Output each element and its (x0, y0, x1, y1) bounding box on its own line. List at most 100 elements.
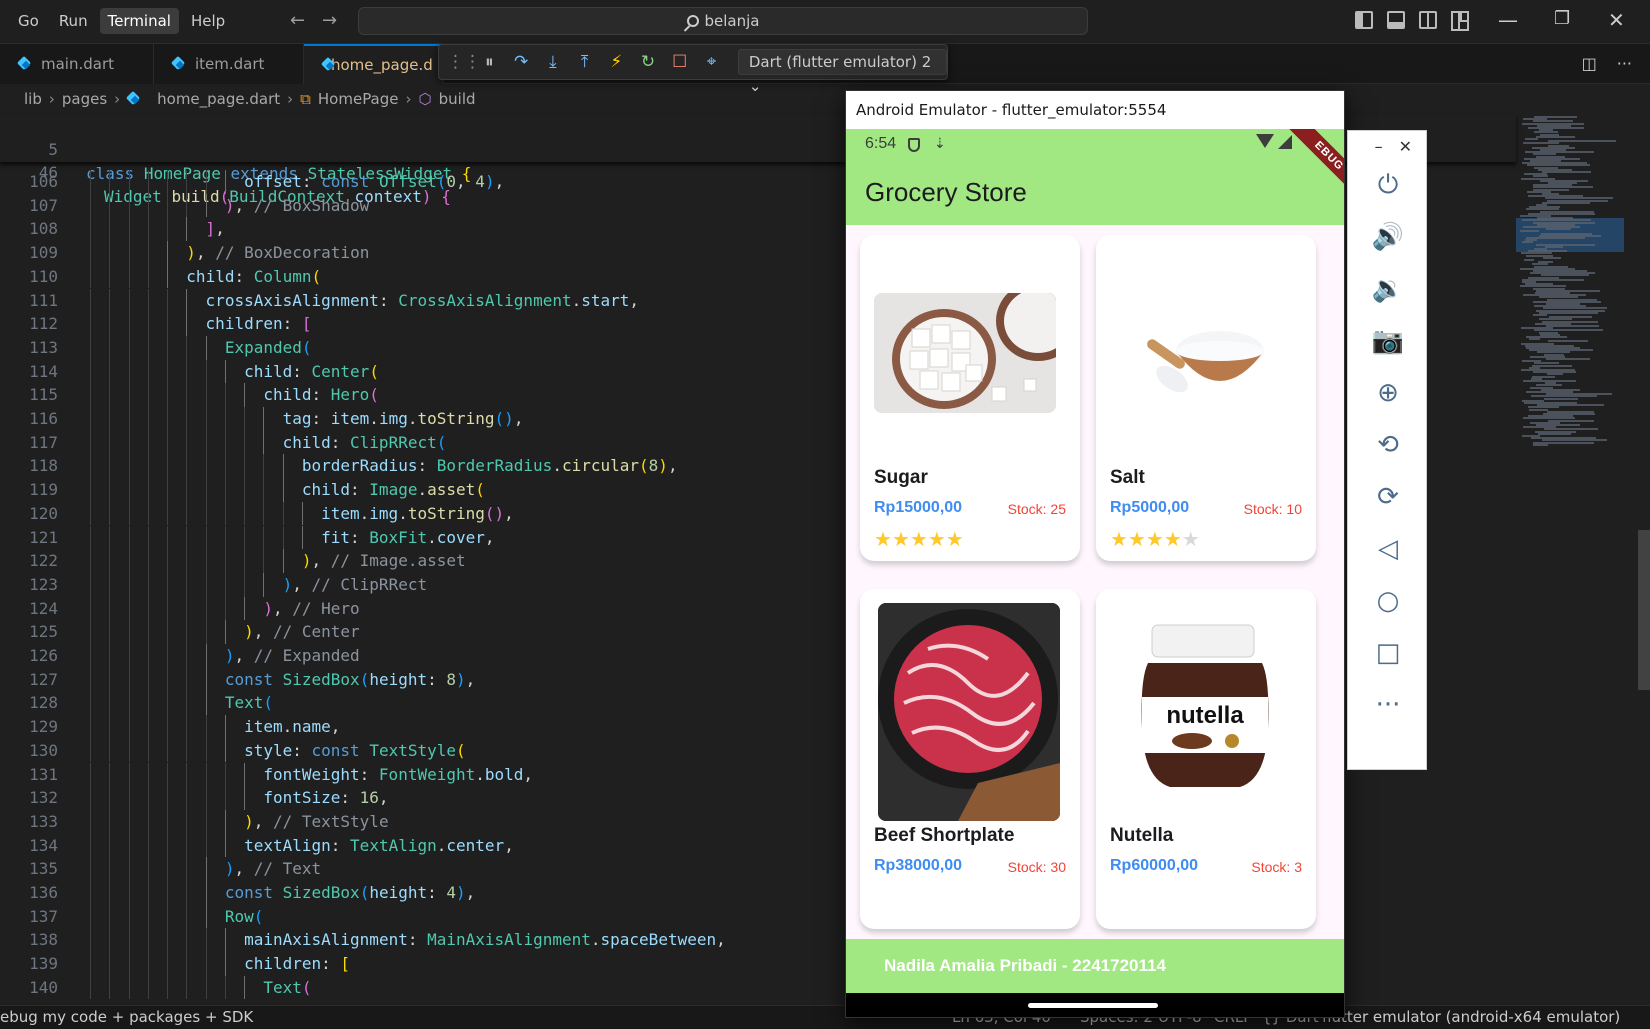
indent-guide (90, 904, 91, 929)
code-line[interactable]: 106 offset: const Offset(0, 4), (0, 170, 846, 194)
line-number: 125 (29, 622, 58, 642)
code-line[interactable]: 139 children: [ (0, 952, 846, 976)
code-line[interactable]: 119 child: Image.asset( (0, 478, 846, 502)
status-device[interactable]: flutter emulator (android-x64 emulator) (1322, 1006, 1620, 1028)
drag-handle-icon[interactable]: ⋮⋮ (447, 52, 481, 72)
customize-layout-icon[interactable] (1451, 11, 1469, 31)
code-line[interactable]: 125), // Center (0, 620, 846, 644)
back-icon[interactable]: ◁ (1368, 529, 1408, 569)
breadcrumb-pages[interactable]: pages (62, 90, 107, 108)
code-line[interactable]: 109), // BoxDecoration (0, 241, 846, 265)
code-line[interactable]: 120 item.img.toString(), (0, 501, 846, 526)
stop-icon[interactable]: ☐ (670, 52, 689, 72)
menu-help[interactable]: Help (183, 8, 233, 34)
indent-guide (205, 430, 207, 455)
code-line[interactable]: 118 borderRadius: BorderRadius.circular(8… (0, 454, 846, 479)
code-line[interactable]: 131 fontWeight: FontWeight.bold, (0, 762, 846, 787)
code-line[interactable]: 135), // Text (0, 857, 846, 881)
breadcrumb-file[interactable]: home_page.dart (157, 90, 280, 108)
back-arrow-icon[interactable]: ← (290, 10, 305, 31)
code-line[interactable]: 114 child: Center( (0, 359, 846, 384)
code-line[interactable]: 122), // Image.asset (0, 549, 846, 573)
editor-scrollbar[interactable] (1638, 530, 1650, 690)
sticky-line[interactable]: 5 class HomePage extends StatelessWidget… (0, 114, 471, 183)
restore-window-icon[interactable]: ❐ (1554, 8, 1570, 29)
sticky-line[interactable]: 46 Widget build(BuildContext context) { (0, 137, 451, 206)
step-into-icon[interactable]: ⤓ (543, 52, 562, 72)
code-line[interactable]: 130 style: const TextStyle( (0, 738, 846, 763)
code-line[interactable]: 127 const SizedBox(height: 8), (0, 667, 846, 692)
indent-guide (244, 407, 246, 431)
code-line[interactable]: 129 item.name, (0, 715, 846, 739)
restart-icon[interactable]: ↻ (639, 52, 658, 72)
menu-go[interactable]: Go (10, 8, 47, 34)
menu-run[interactable]: Run (51, 8, 96, 34)
code-line[interactable]: 140 Text( (0, 975, 846, 1000)
indent-guide (301, 501, 303, 526)
code-line[interactable]: 133), // TextStyle (0, 809, 846, 834)
code-line[interactable]: 123), // ClipRRect (0, 572, 846, 597)
product-card-beef-shortplate[interactable]: Beef Shortplate Rp38000,00 Stock: 30 (860, 589, 1080, 929)
pause-icon[interactable]: ⏸ (480, 52, 499, 72)
home-icon[interactable]: ○ (1368, 581, 1408, 621)
split-editor-icon[interactable]: ◫ (1582, 54, 1597, 73)
close-icon[interactable]: ✕ (1399, 137, 1412, 156)
breadcrumb-lib[interactable]: lib (24, 90, 42, 108)
code-line[interactable]: 113 Expanded( (0, 335, 846, 360)
toggle-primary-sidebar-icon[interactable] (1355, 11, 1373, 29)
tab-home-page-dart[interactable]: home_page.d (304, 44, 444, 84)
product-card-nutella[interactable]: nutella Nutella Rp60000,00 Stock: 3 (1096, 589, 1316, 929)
minimize-icon[interactable]: – (1375, 137, 1383, 156)
status-debug-config[interactable]: ebug my code + packages + SDK (0, 1006, 253, 1028)
code-line[interactable]: 137 Row( (0, 904, 846, 929)
code-line[interactable]: 136 const SizedBox(height: 4), (0, 881, 846, 905)
code-line[interactable]: 128 Text( (0, 691, 846, 716)
menu-terminal[interactable]: Terminal (99, 8, 179, 34)
rotate-right-icon[interactable]: ⟳ (1368, 477, 1408, 517)
inspect-widget-icon[interactable]: ⌖ (702, 52, 721, 72)
code-line[interactable]: 121 fit: BoxFit.cover, (0, 525, 846, 550)
command-center-search[interactable]: belanja (358, 7, 1088, 35)
hot-reload-icon[interactable]: ⚡ (607, 52, 626, 72)
more-options-icon[interactable]: ··· (1368, 685, 1408, 725)
code-line[interactable]: 111 crossAxisAlignment: CrossAxisAlignmen… (0, 288, 846, 313)
code-line[interactable]: 117 child: ClipRRect( (0, 430, 846, 455)
indent-guide (128, 572, 130, 597)
more-actions-icon[interactable]: ··· (1617, 54, 1632, 73)
minimize-window-icon[interactable]: — (1498, 8, 1518, 32)
home-gesture-pill[interactable] (1028, 1003, 1158, 1008)
breadcrumb-class[interactable]: HomePage (318, 90, 399, 108)
step-out-icon[interactable]: ⤒ (575, 52, 594, 72)
code-line[interactable]: 108], (0, 217, 846, 242)
code-line[interactable]: 112 children: [ (0, 312, 846, 336)
forward-arrow-icon[interactable]: → (322, 10, 337, 31)
tab-main-dart[interactable]: main.dart (0, 44, 154, 84)
zoom-icon[interactable]: ⊕ (1368, 373, 1408, 413)
volume-up-icon[interactable]: 🔊 (1368, 217, 1408, 257)
rotate-left-icon[interactable]: ⟲ (1368, 425, 1408, 465)
code-line[interactable]: 124), // Hero (0, 596, 846, 621)
code-line[interactable]: 138 mainAxisAlignment: MainAxisAlignment.… (0, 928, 846, 953)
code-line[interactable]: 116 tag: item.img.toString(), (0, 407, 846, 431)
debug-target-select[interactable]: Dart (flutter emulator) 2 ⌄ (737, 49, 947, 95)
overview-icon[interactable]: □ (1368, 633, 1408, 673)
code-line[interactable]: 107), // BoxShadow (0, 193, 846, 218)
step-over-icon[interactable]: ↷ (512, 52, 531, 72)
power-icon[interactable]: ⏻ (1368, 165, 1408, 205)
code-line[interactable]: 126), // Expanded (0, 644, 846, 668)
breadcrumb-method[interactable]: build (439, 90, 476, 108)
product-card-sugar[interactable]: Sugar Rp15000,00 Stock: 25 ★★★★★ (860, 235, 1080, 561)
toggle-panel-icon[interactable] (1387, 11, 1405, 29)
toggle-secondary-sidebar-icon[interactable] (1419, 11, 1437, 29)
product-card-salt[interactable]: Salt Rp5000,00 Stock: 10 ★★★★★ (1096, 235, 1316, 561)
code-line[interactable]: 115 child: Hero( (0, 383, 846, 407)
code-line[interactable]: 134 textAlign: TextAlign.center, (0, 833, 846, 858)
code-line[interactable]: 132 fontSize: 16, (0, 786, 846, 810)
tab-item-dart[interactable]: item.dart (154, 44, 304, 84)
camera-icon[interactable]: 📷 (1368, 321, 1408, 361)
minimap[interactable] (1516, 112, 1636, 992)
code-line[interactable]: 110 child: Column( (0, 264, 846, 289)
close-window-icon[interactable]: ✕ (1608, 8, 1625, 32)
volume-down-icon[interactable]: 🔉 (1368, 269, 1408, 309)
indent-guide (205, 478, 207, 502)
